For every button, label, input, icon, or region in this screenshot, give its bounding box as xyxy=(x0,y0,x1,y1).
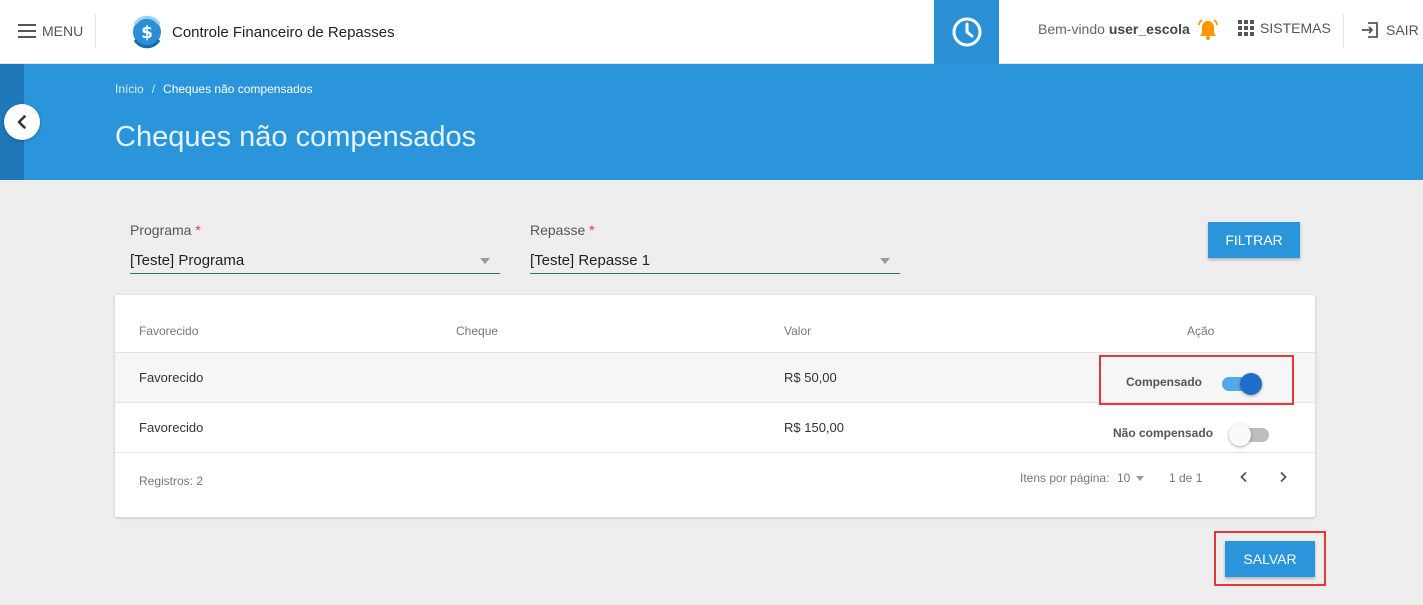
next-page-button[interactable] xyxy=(1273,467,1293,487)
programa-value: [Teste] Programa xyxy=(130,252,245,269)
column-header-valor: Valor xyxy=(784,324,812,338)
breadcrumb-current: Cheques não compensados xyxy=(163,82,313,96)
compensado-highlight xyxy=(1099,355,1294,405)
repasse-select[interactable]: [Teste] Repasse 1 xyxy=(530,248,900,274)
welcome-text: Bem-vindo user_escola xyxy=(1038,21,1190,37)
app-title: Controle Financeiro de Repasses xyxy=(172,23,395,41)
page-range: 1 de 1 xyxy=(1169,471,1203,485)
top-bar: MENU $ Controle Financeiro de Repasses B… xyxy=(0,0,1423,64)
divider xyxy=(1343,14,1344,48)
valor-cell: R$ 50,00 xyxy=(784,370,837,385)
programa-field: Programa * [Teste] Programa xyxy=(130,222,500,274)
breadcrumb: Início / Cheques não compensados xyxy=(115,82,312,96)
column-header-favorecido: Favorecido xyxy=(139,324,199,338)
logout-button[interactable]: SAIR xyxy=(1360,20,1419,40)
toggle-switch-off[interactable] xyxy=(1229,424,1273,446)
dollar-logo-icon: $ xyxy=(133,15,161,49)
menu-label: MENU xyxy=(42,23,84,39)
username: user_escola xyxy=(1108,21,1190,37)
table-header: Favorecido Cheque Valor Ação xyxy=(115,295,1315,353)
svg-text:$: $ xyxy=(141,23,153,43)
filter-button[interactable]: FILTRAR xyxy=(1208,222,1300,258)
page-title: Cheques não compensados xyxy=(115,121,477,153)
clock-icon xyxy=(952,17,981,47)
repasse-value: [Teste] Repasse 1 xyxy=(530,252,651,269)
repasse-label: Repasse * xyxy=(530,222,595,238)
sistemas-button[interactable]: SISTEMAS xyxy=(1238,20,1331,36)
favorecido-cell: Favorecido xyxy=(139,420,204,435)
programa-label: Programa * xyxy=(130,222,201,238)
nao-compensado-toggle[interactable]: Não compensado xyxy=(1113,424,1273,446)
chevron-left-icon xyxy=(1240,471,1247,483)
valor-cell: R$ 150,00 xyxy=(784,420,844,435)
history-button[interactable] xyxy=(934,0,999,64)
back-button[interactable] xyxy=(4,104,40,140)
welcome-prefix: Bem-vindo xyxy=(1038,21,1105,37)
items-per-page-label: Itens por página: xyxy=(1020,471,1110,485)
save-button[interactable]: SALVAR xyxy=(1225,541,1315,577)
repasse-field: Repasse * [Teste] Repasse 1 xyxy=(530,222,900,274)
cheques-table: Favorecido Cheque Valor Ação Favorecido … xyxy=(115,295,1315,517)
previous-page-button[interactable] xyxy=(1234,467,1254,487)
caret-down-icon xyxy=(880,257,890,264)
caret-down-icon xyxy=(480,257,490,264)
table-footer: Registros: 2 Itens por página: 10 1 de 1 xyxy=(115,453,1315,517)
column-header-cheque: Cheque xyxy=(456,324,499,338)
items-per-page-value: 10 xyxy=(1117,471,1131,485)
programa-select[interactable]: [Teste] Programa xyxy=(130,248,500,274)
app-brand[interactable]: $ Controle Financeiro de Repasses xyxy=(130,14,395,50)
hamburger-icon xyxy=(18,24,36,38)
items-per-page-select[interactable]: 10 xyxy=(1117,471,1145,485)
breadcrumb-separator: / xyxy=(151,82,156,96)
bell-icon[interactable] xyxy=(1196,18,1220,42)
chevron-right-icon xyxy=(1280,471,1287,483)
menu-button[interactable]: MENU xyxy=(18,20,83,42)
caret-down-icon xyxy=(1136,475,1145,481)
sistemas-label: SISTEMAS xyxy=(1260,20,1331,36)
page-header: Início / Cheques não compensados Cheques… xyxy=(0,64,1423,180)
apps-grid-icon xyxy=(1238,20,1254,36)
sair-label: SAIR xyxy=(1386,22,1419,38)
column-header-acao: Ação xyxy=(1187,324,1215,338)
toggle-label: Não compensado xyxy=(1113,426,1214,440)
registros-count: Registros: 2 xyxy=(139,474,204,488)
breadcrumb-home[interactable]: Início xyxy=(115,82,144,96)
chevron-left-icon xyxy=(17,115,26,129)
logout-icon xyxy=(1362,22,1378,38)
divider xyxy=(95,14,96,48)
table-row: Favorecido R$ 150,00 Não compensado xyxy=(115,403,1315,453)
favorecido-cell: Favorecido xyxy=(139,370,204,385)
